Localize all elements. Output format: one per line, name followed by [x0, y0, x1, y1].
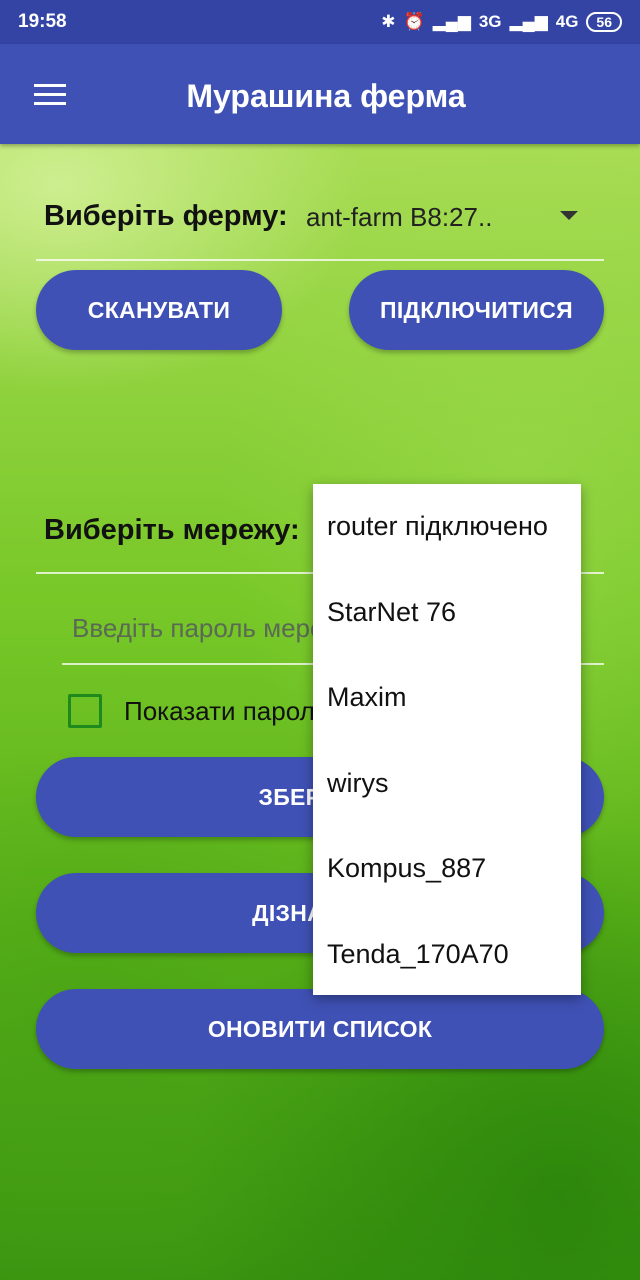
app-title: Мурашина ферма: [186, 78, 466, 114]
network-type-2: 4G: [555, 12, 579, 31]
farm-label: Виберіть ферму:: [44, 200, 288, 232]
dropdown-option[interactable]: StarNet 76: [313, 570, 581, 656]
farm-spinner[interactable]: ant-farm B8:27..: [306, 202, 492, 233]
dropdown-option[interactable]: router підключено: [313, 484, 581, 570]
bluetooth-icon: ✱: [381, 12, 396, 31]
status-time: 19:58: [18, 11, 67, 32]
status-icons: ✱ ⏰ ▂▄▆ 3G ▂▄▆ 4G 56: [381, 12, 622, 32]
network-dropdown-menu: router підключено StarNet 76 Maxim wirys…: [313, 484, 581, 995]
scan-button[interactable]: СКАНУВАТИ: [36, 270, 282, 350]
status-bar: 19:58 ✱ ⏰ ▂▄▆ 3G ▂▄▆ 4G 56: [0, 0, 640, 44]
dropdown-option[interactable]: Maxim: [313, 655, 581, 741]
farm-divider: [36, 259, 604, 261]
signal-icon: ▂▄▆: [432, 12, 471, 31]
battery-icon: 56: [586, 12, 622, 32]
app-bar: Мурашина ферма: [0, 44, 640, 144]
dropdown-option[interactable]: wirys: [313, 741, 581, 827]
connect-button[interactable]: ПІДКЛЮЧИТИСЯ: [349, 270, 604, 350]
dropdown-option[interactable]: Tenda_170A70: [313, 912, 581, 998]
show-password-checkbox[interactable]: [68, 694, 102, 728]
signal-icon-2: ▂▄▆: [509, 12, 548, 31]
show-password-label: Показати пароль: [124, 696, 329, 726]
dropdown-arrow-icon[interactable]: [560, 211, 578, 220]
network-label: Виберіть мережу:: [44, 514, 300, 546]
alarm-icon: ⏰: [403, 12, 425, 31]
refresh-list-button[interactable]: ОНОВИТИ СПИСОК: [36, 989, 604, 1069]
network-type-1: 3G: [478, 12, 502, 31]
dropdown-option[interactable]: Kompus_887: [313, 826, 581, 912]
